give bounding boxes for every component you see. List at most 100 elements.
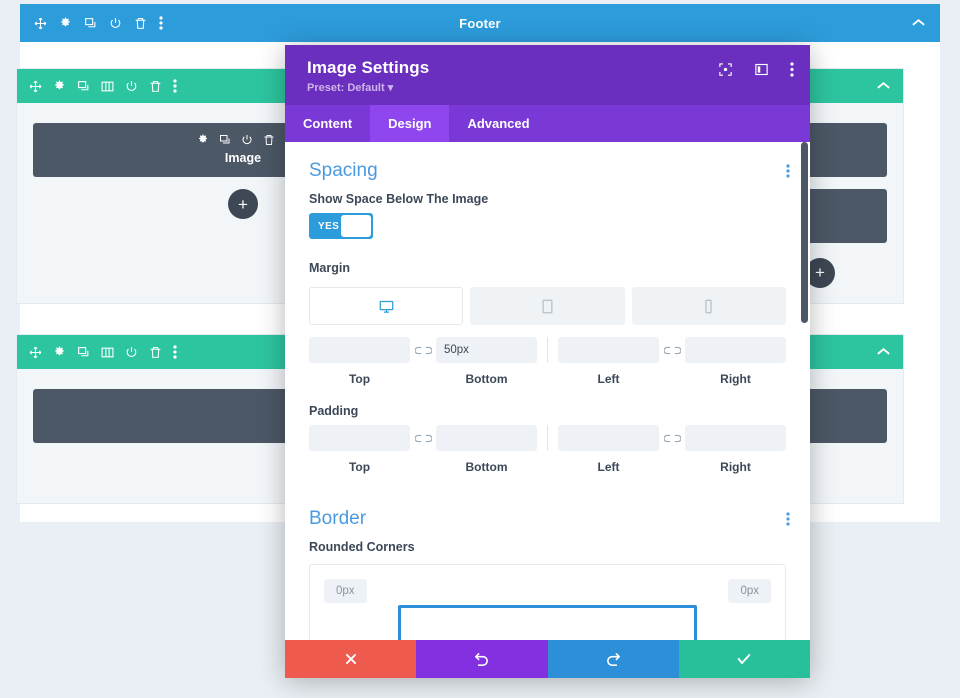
margin-label: Margin [309, 261, 350, 275]
modal-header: Image Settings Preset: Default ▾ [285, 45, 810, 105]
rounded-corners-field: Rounded Corners [285, 540, 810, 554]
row-one-toolbar-icons [29, 79, 177, 93]
tab-design[interactable]: Design [370, 105, 450, 142]
footer-bar-icons [34, 16, 163, 30]
padding-pair-horizontal: Left Right [558, 425, 786, 474]
power-icon[interactable] [125, 346, 138, 359]
power-icon[interactable] [241, 134, 253, 146]
margin-bottom-input[interactable]: 50px [436, 337, 537, 363]
duplicate-icon[interactable] [219, 134, 231, 146]
toggle-knob [341, 215, 371, 237]
gear-icon[interactable] [59, 17, 72, 30]
duplicate-icon[interactable] [77, 80, 90, 93]
ellipsis-icon[interactable] [159, 16, 163, 30]
margin-field: Margin Top 50px Bottom Left Right [285, 261, 810, 386]
preset-label: Preset: Default [307, 82, 385, 94]
trash-icon[interactable] [149, 80, 162, 93]
ellipsis-icon[interactable] [173, 345, 177, 359]
spacing-title-label: Spacing [309, 160, 378, 181]
rounded-corners-control: 0px 0px [309, 564, 786, 640]
link-icon[interactable] [659, 337, 685, 363]
margin-bottom-caption: Bottom [465, 372, 508, 386]
padding-left-input[interactable] [558, 425, 659, 451]
border-title-label: Border [309, 508, 367, 529]
columns-icon[interactable] [101, 346, 114, 359]
link-icon[interactable] [410, 337, 436, 363]
device-tab-desktop[interactable] [309, 287, 464, 325]
chevron-down-icon[interactable]: ▾ [388, 82, 394, 94]
tablet-icon [541, 299, 554, 314]
move-icon[interactable] [29, 80, 42, 93]
padding-field: Padding Top Bottom Left Right [285, 404, 810, 474]
margin-divider [547, 337, 548, 363]
gear-icon[interactable] [53, 80, 66, 93]
add-module-button[interactable]: + [228, 189, 258, 219]
move-icon[interactable] [29, 346, 42, 359]
rounded-corners-label: Rounded Corners [309, 540, 415, 554]
tab-content[interactable]: Content [285, 105, 370, 142]
save-button[interactable] [678, 640, 810, 678]
margin-pair-horizontal: Left Right [558, 337, 786, 386]
modal-scrollbar[interactable] [801, 142, 808, 323]
margin-left-caption: Left [597, 372, 620, 386]
padding-top-caption: Top [348, 460, 371, 474]
panel-layout-icon[interactable] [754, 62, 769, 77]
cancel-button[interactable] [285, 640, 417, 678]
margin-top-input[interactable] [309, 337, 410, 363]
margin-top-caption: Top [348, 372, 371, 386]
focus-target-icon[interactable] [718, 62, 733, 77]
margin-right-input[interactable] [685, 337, 786, 363]
padding-bottom-cell: Bottom [436, 425, 537, 474]
corner-top-left-input[interactable]: 0px [324, 579, 367, 603]
footer-section-bar[interactable]: Footer [20, 4, 940, 42]
spacing-section-title: Spacing [285, 142, 810, 192]
margin-left-cell: Left [558, 337, 659, 386]
tab-advanced[interactable]: Advanced [449, 105, 547, 142]
modal-scroll-content: Spacing Show Space Below The Image YES M… [285, 142, 810, 640]
gear-icon[interactable] [53, 346, 66, 359]
image-settings-modal: Image Settings Preset: Default ▾ Content… [285, 45, 810, 678]
padding-right-input[interactable] [685, 425, 786, 451]
gear-icon[interactable] [197, 134, 209, 146]
padding-label: Padding [309, 404, 359, 418]
margin-left-input[interactable] [558, 337, 659, 363]
chevron-up-icon[interactable] [911, 18, 926, 28]
show-space-toggle[interactable]: YES [309, 213, 373, 239]
phone-icon [704, 299, 713, 314]
device-tab-tablet[interactable] [470, 287, 625, 325]
ellipsis-icon[interactable] [786, 164, 790, 178]
link-icon[interactable] [410, 425, 436, 451]
columns-icon[interactable] [101, 80, 114, 93]
ellipsis-icon[interactable] [790, 62, 794, 77]
toggle-value: YES [318, 220, 340, 232]
duplicate-icon[interactable] [84, 17, 97, 30]
padding-divider [547, 425, 548, 451]
preset-selector[interactable]: Preset: Default ▾ [307, 81, 794, 94]
margin-right-caption: Right [720, 372, 751, 386]
chevron-up-icon[interactable] [876, 347, 891, 357]
corner-top-right-input[interactable]: 0px [728, 579, 771, 603]
device-tab-phone[interactable] [631, 287, 786, 325]
link-icon[interactable] [659, 425, 685, 451]
trash-icon[interactable] [134, 17, 147, 30]
border-section-title: Border [285, 474, 810, 540]
ellipsis-icon[interactable] [786, 512, 790, 526]
power-icon[interactable] [109, 17, 122, 30]
trash-icon[interactable] [263, 134, 275, 146]
duplicate-icon[interactable] [77, 346, 90, 359]
redo-button[interactable] [547, 640, 679, 678]
trash-icon[interactable] [149, 346, 162, 359]
modal-body: Spacing Show Space Below The Image YES M… [285, 142, 810, 640]
undo-button[interactable] [416, 640, 548, 678]
padding-top-input[interactable] [309, 425, 410, 451]
move-icon[interactable] [34, 17, 47, 30]
padding-left-caption: Left [597, 460, 620, 474]
modal-footer [285, 640, 810, 678]
padding-bottom-input[interactable] [436, 425, 537, 451]
margin-inputs: Top 50px Bottom Left Right [309, 337, 786, 386]
padding-left-cell: Left [558, 425, 659, 474]
chevron-up-icon[interactable] [876, 81, 891, 91]
power-icon[interactable] [125, 80, 138, 93]
ellipsis-icon[interactable] [173, 79, 177, 93]
margin-bottom-cell: 50px Bottom [436, 337, 537, 386]
